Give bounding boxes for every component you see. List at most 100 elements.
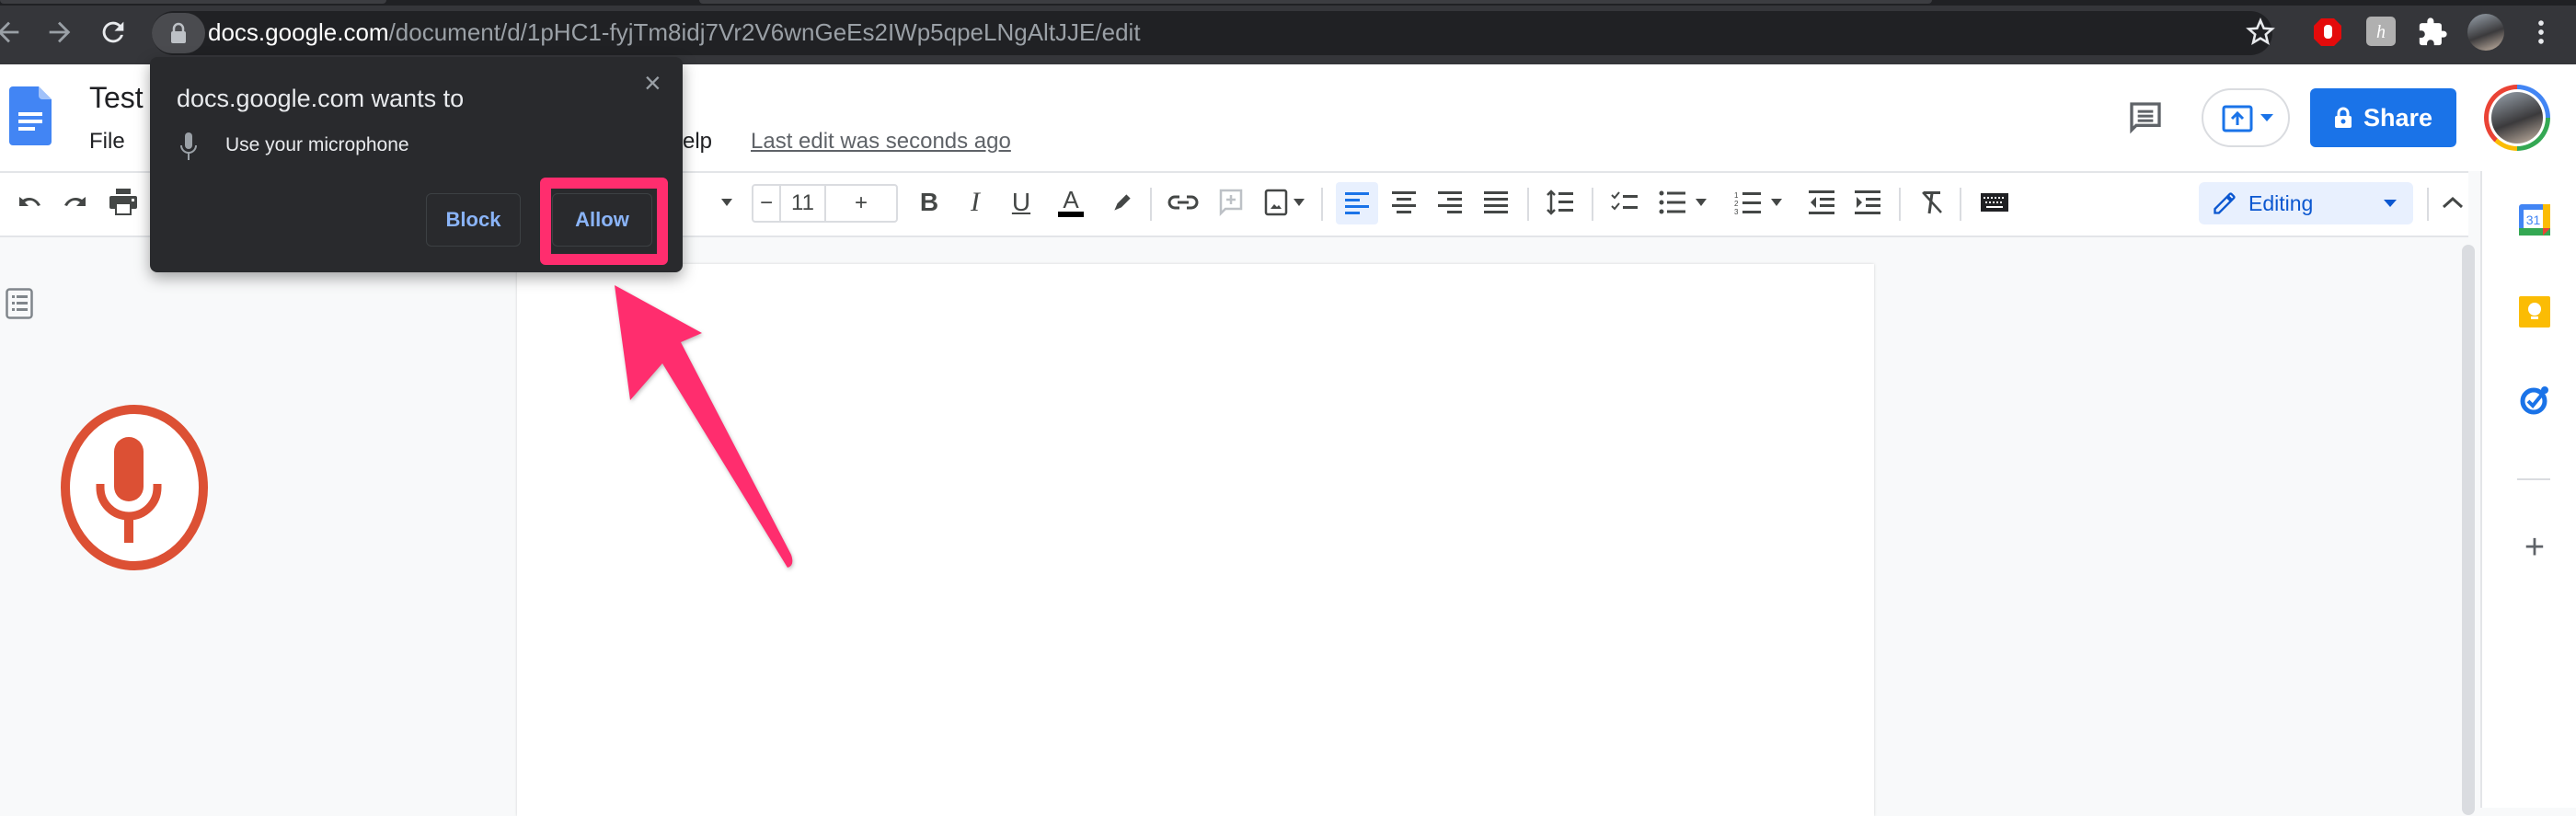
allow-highlight-box <box>540 178 668 265</box>
bookmark-star-button[interactable] <box>2245 17 2276 48</box>
url-path: /document/d/1pHC1-fyjTm8idj7Vr2V6wnGeEs2… <box>388 18 1141 46</box>
input-tools-button[interactable] <box>1976 184 2013 221</box>
tab[interactable] <box>0 0 386 4</box>
chevron-down-icon <box>2384 200 2397 207</box>
increase-indent-button[interactable] <box>1849 184 1886 221</box>
justify-button[interactable] <box>1478 184 1514 221</box>
tab[interactable] <box>699 0 1932 4</box>
align-center-icon <box>1392 191 1416 213</box>
share-label: Share <box>2363 103 2433 132</box>
text-color-button[interactable]: A <box>1052 184 1089 221</box>
align-right-button[interactable] <box>1432 184 1468 221</box>
redo-icon <box>64 197 86 206</box>
document-title[interactable]: Test <box>89 81 144 115</box>
toolbar-divider <box>1321 188 1323 221</box>
add-comment-button[interactable] <box>1213 184 1249 221</box>
checklist-icon <box>1611 191 1638 211</box>
close-icon[interactable]: × <box>644 66 661 100</box>
extensions-button[interactable] <box>2417 17 2448 48</box>
align-center-button[interactable] <box>1386 184 1422 221</box>
side-panel-divider <box>2517 478 2550 480</box>
menu-file[interactable]: File <box>89 129 125 155</box>
arrow-left-icon <box>0 21 19 43</box>
italic-button[interactable]: I <box>957 184 994 221</box>
checklist-button[interactable] <box>1606 184 1643 221</box>
insert-link-button[interactable] <box>1165 184 1202 221</box>
adblock-extension[interactable] <box>2312 17 2343 48</box>
image-icon <box>1264 189 1288 216</box>
bold-icon: B <box>919 188 939 216</box>
font-size-decrease-button[interactable]: − <box>753 186 781 221</box>
chevron-down-icon <box>2260 114 2273 121</box>
honey-icon: h <box>2366 17 2396 46</box>
url-text[interactable]: docs.google.com/document/d/1pHC1-fyjTm8i… <box>208 18 1141 47</box>
undo-button[interactable] <box>11 184 48 221</box>
bulleted-list-button[interactable] <box>1652 184 1713 221</box>
calendar-day: 31 <box>2526 213 2541 227</box>
toolbar-divider <box>2427 188 2429 221</box>
font-size-increase-button[interactable]: + <box>826 186 896 221</box>
line-spacing-button[interactable] <box>1542 184 1579 221</box>
hide-menus-button[interactable] <box>2434 184 2471 221</box>
present-button[interactable] <box>2202 88 2290 147</box>
keep-icon[interactable] <box>2519 296 2550 328</box>
pencil-icon <box>2214 192 2236 214</box>
extensions-puzzle-icon <box>2419 17 2447 46</box>
align-right-icon <box>1438 191 1462 213</box>
document-outline-button[interactable] <box>6 288 33 324</box>
honey-extension[interactable]: h <box>2366 17 2398 48</box>
account-avatar[interactable] <box>2484 85 2550 151</box>
chevron-up-icon <box>2442 196 2464 209</box>
outline-list-icon <box>6 288 33 319</box>
svg-text:2: 2 <box>1734 200 1739 208</box>
forward-button[interactable] <box>44 17 75 48</box>
decrease-indent-button[interactable] <box>1803 184 1840 221</box>
vertical-scrollbar[interactable] <box>2462 245 2475 815</box>
microphone-icon <box>61 405 208 570</box>
browser-menu-button[interactable] <box>2525 17 2557 48</box>
lock-icon <box>171 22 186 43</box>
arrow-right-icon <box>49 21 71 43</box>
svg-text:1: 1 <box>1734 191 1739 200</box>
more-vert-icon <box>2538 20 2544 44</box>
print-button[interactable] <box>105 184 142 221</box>
font-dropdown-arrow[interactable] <box>708 184 745 221</box>
annotation-arrow-icon <box>615 285 793 568</box>
font-size-input[interactable]: 11 <box>781 186 826 221</box>
underline-button[interactable]: U <box>1003 184 1040 221</box>
calendar-icon[interactable]: 31 <box>2519 204 2550 236</box>
menu-help[interactable]: elp <box>683 129 712 155</box>
site-info-button[interactable] <box>152 13 205 53</box>
chevron-down-icon <box>721 199 732 206</box>
tasks-icon[interactable] <box>2519 385 2550 416</box>
last-edit-link[interactable]: Last edit was seconds ago <box>751 129 1011 155</box>
comment-history-button[interactable] <box>2127 99 2164 141</box>
side-panel: 31 + <box>2480 171 2576 808</box>
numbered-list-button[interactable]: 123 <box>1728 184 1788 221</box>
permission-request-text: Use your microphone <box>225 134 409 155</box>
toolbar-divider <box>1527 188 1529 221</box>
text-color-swatch <box>1058 212 1084 217</box>
bold-button[interactable]: B <box>911 184 948 221</box>
comments-icon <box>2130 102 2161 134</box>
insert-image-button[interactable] <box>1259 184 1310 221</box>
editing-mode-dropdown[interactable]: Editing <box>2199 182 2413 224</box>
decrease-indent-icon <box>1809 190 1834 214</box>
svg-text:3: 3 <box>1734 208 1739 214</box>
editing-mode-label: Editing <box>2248 190 2314 215</box>
back-button[interactable] <box>0 17 24 48</box>
italic-icon: I <box>971 187 980 217</box>
clear-formatting-button[interactable] <box>1914 184 1950 221</box>
chevron-down-icon <box>1771 199 1782 206</box>
redo-button[interactable] <box>57 184 94 221</box>
highlight-color-button[interactable] <box>1104 184 1141 221</box>
reload-button[interactable] <box>98 17 129 48</box>
font-size-stepper[interactable]: − 11 + <box>752 184 898 223</box>
toolbar-divider <box>1899 188 1901 221</box>
share-button[interactable]: Share <box>2310 88 2456 147</box>
block-button[interactable]: Block <box>426 193 521 247</box>
align-left-button[interactable] <box>1336 182 1378 224</box>
profile-avatar[interactable] <box>2467 14 2504 51</box>
add-addon-button[interactable]: + <box>2519 530 2550 565</box>
keyboard-icon <box>1981 193 2008 212</box>
